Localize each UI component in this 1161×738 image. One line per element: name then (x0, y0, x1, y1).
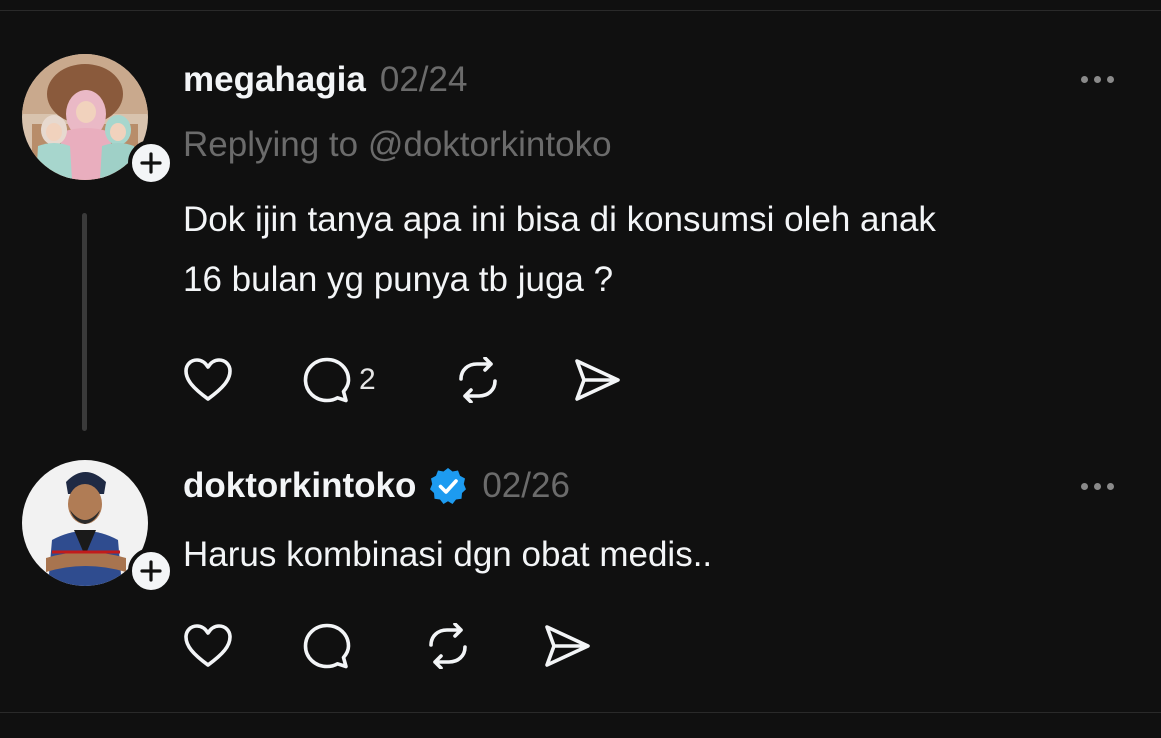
more-icon-dot (1107, 76, 1114, 83)
plus-icon (140, 152, 162, 174)
share-icon (575, 359, 620, 401)
post-date: 02/26 (482, 466, 570, 505)
post-header: doktorkintoko 02/26 (183, 464, 570, 508)
repost-icon (429, 623, 467, 669)
action-bar (183, 622, 591, 670)
bottom-divider (0, 712, 1161, 713)
heart-icon (184, 358, 232, 401)
replying-to[interactable]: Replying to @doktorkintoko (183, 125, 612, 165)
verified-icon (430, 468, 467, 504)
verified-badge (428, 466, 468, 506)
comment-button[interactable]: 2 (303, 356, 453, 404)
more-icon-dot (1094, 483, 1101, 490)
post-text-line: 16 bulan yg punya tb juga ? (183, 260, 614, 299)
plus-icon (140, 560, 162, 582)
more-options-button[interactable] (1081, 76, 1114, 83)
follow-plus-button[interactable] (128, 140, 174, 186)
like-button[interactable] (183, 357, 303, 403)
follow-plus-button[interactable] (128, 548, 174, 594)
comment-icon (303, 623, 351, 669)
more-icon-dot (1094, 76, 1101, 83)
username[interactable]: megahagia (183, 60, 366, 100)
username[interactable]: doktorkintoko (183, 466, 416, 506)
avatar-megahagia[interactable] (22, 54, 174, 186)
post-text: Harus kombinasi dgn obat medis.. (183, 535, 713, 574)
repost-icon (459, 357, 497, 403)
avatar-doktorkintoko[interactable] (22, 460, 174, 594)
post-text-line: Dok ijin tanya apa ini bisa di konsumsi … (183, 200, 936, 239)
thread-line (82, 213, 87, 431)
post-text: Dok ijin tanya apa ini bisa di konsumsi … (183, 190, 936, 310)
action-bar: 2 (183, 356, 621, 404)
repost-button[interactable] (453, 357, 573, 403)
heart-icon (184, 624, 232, 667)
post-header: megahagia 02/24 (183, 58, 467, 102)
like-button[interactable] (183, 623, 303, 669)
comment-icon (303, 357, 351, 403)
top-divider (0, 10, 1161, 11)
more-icon (1081, 483, 1088, 490)
post-date: 02/24 (379, 60, 468, 99)
more-icon (1081, 76, 1088, 83)
comment-button[interactable] (303, 622, 423, 670)
reply-count: 2 (359, 363, 376, 396)
more-options-button[interactable] (1081, 483, 1114, 490)
repost-button[interactable] (423, 623, 543, 669)
share-icon (545, 625, 590, 667)
share-button[interactable] (573, 357, 621, 403)
share-button[interactable] (543, 623, 591, 669)
more-icon-dot (1107, 483, 1114, 490)
